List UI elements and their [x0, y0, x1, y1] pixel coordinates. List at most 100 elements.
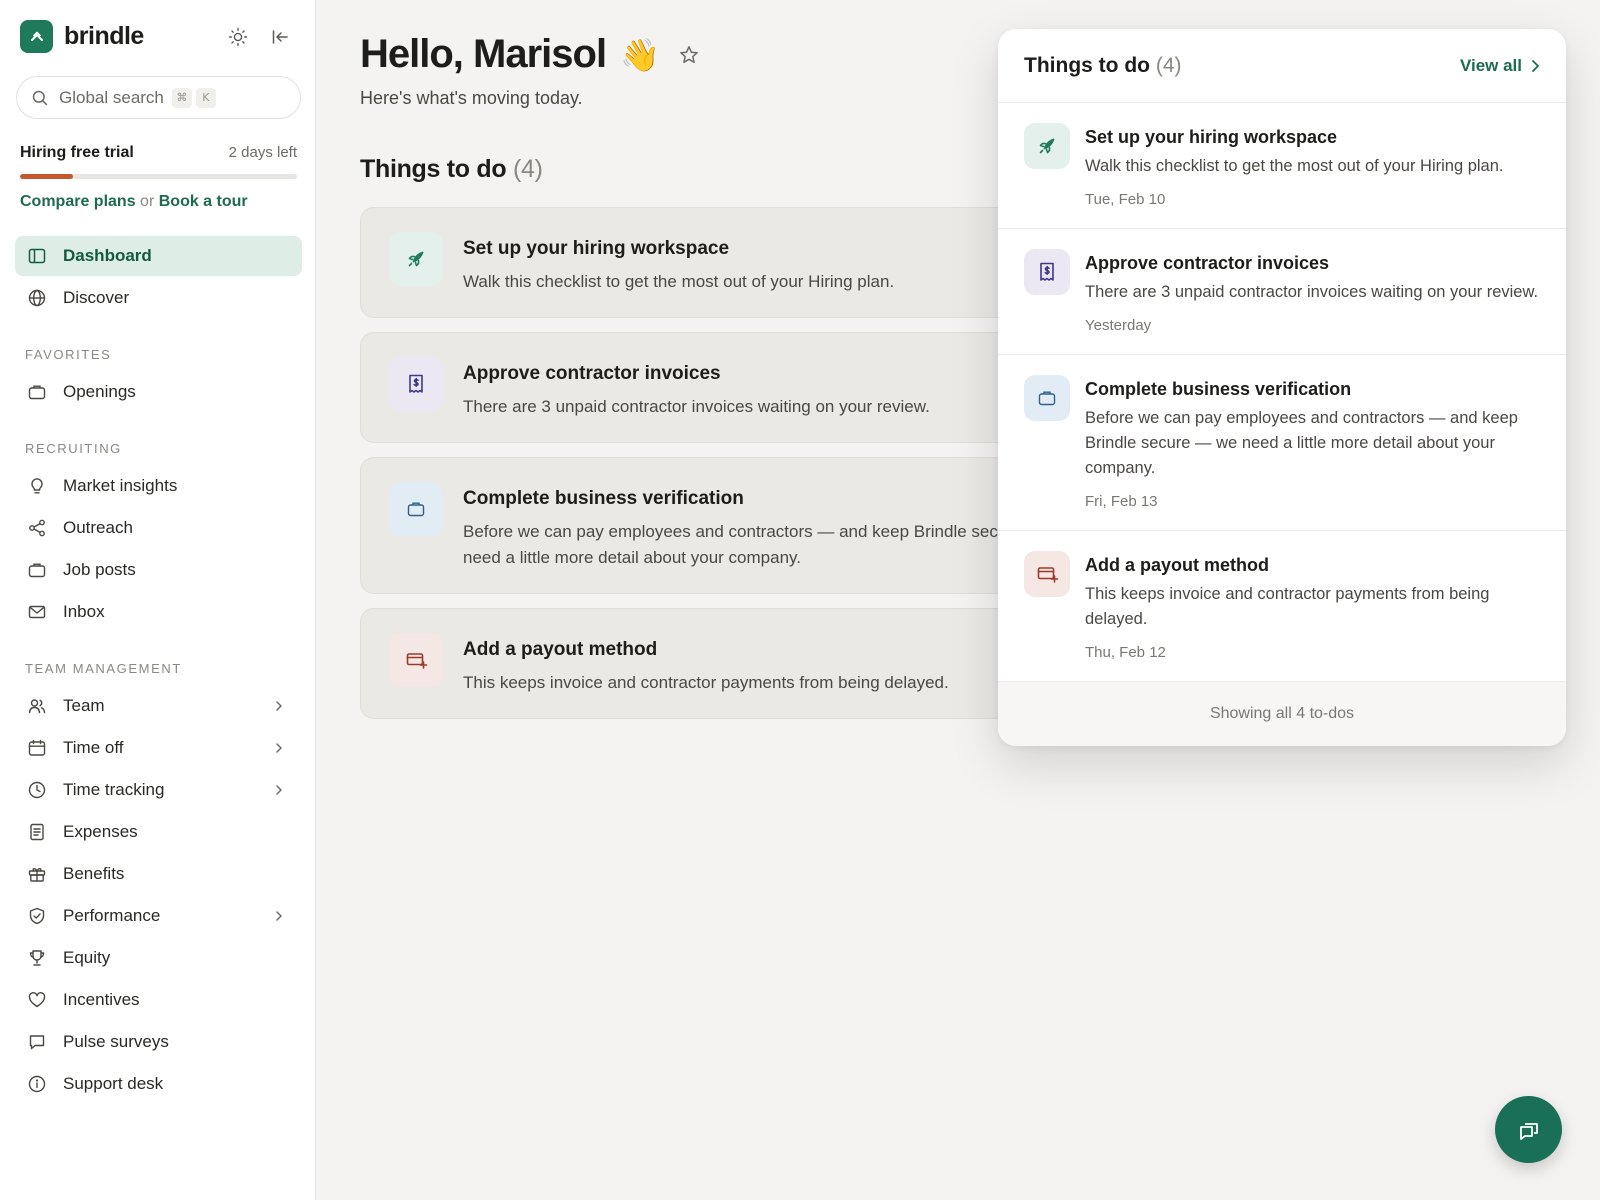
sidebar-item-incentives[interactable]: Incentives — [15, 980, 302, 1020]
trial-widget: Hiring free trial 2 days left Compare pl… — [20, 144, 297, 211]
receipt-icon — [27, 822, 47, 842]
sidebar-nav: Dashboard Discover FAVORITES Openings RECRUI… — [15, 236, 302, 1106]
sun-icon[interactable] — [227, 26, 249, 48]
sidebar-item-equity[interactable]: Equity — [15, 938, 302, 978]
popover-item-title: Approve contractor invoices — [1085, 253, 1330, 273]
popover-item-date: Yesterday — [1085, 317, 1152, 334]
sidebar-item-outreach[interactable]: Outreach — [15, 508, 302, 548]
section-heading-recruiting: RECRUITING — [25, 441, 122, 456]
popover-item-title: Set up your hiring workspace — [1085, 127, 1338, 147]
sidebar-item-label: Performance — [63, 906, 161, 925]
mail-icon — [27, 602, 47, 622]
chevron-right-icon — [272, 908, 286, 922]
chevron-right-icon — [272, 782, 286, 796]
section-heading-favorites: FAVORITES — [25, 347, 112, 362]
todo-card[interactable]: Set up your hiring workspace Walk this ch… — [360, 207, 1100, 318]
popover-todo-item[interactable]: Add a payout method This keeps invoice an… — [998, 531, 1566, 682]
sidebar-item-benefits[interactable]: Benefits — [15, 854, 302, 894]
sidebar-item-time-off[interactable]: Time off — [15, 728, 302, 768]
todo-card[interactable]: Complete business verification Before we … — [360, 457, 1100, 594]
popover-title-text: Things to do — [1024, 53, 1150, 77]
users-icon — [27, 696, 47, 716]
popover-list: Set up your hiring workspace Walk this ch… — [998, 103, 1566, 682]
sidebar-item-label: Time tracking — [63, 780, 165, 799]
chevron-right-icon — [272, 698, 286, 712]
shield-icon — [27, 906, 47, 926]
sidebar-item-time-tracking[interactable]: Time tracking — [15, 770, 302, 810]
sidebar-item-dashboard[interactable]: Dashboard — [15, 236, 302, 276]
search-icon — [32, 90, 48, 105]
chat-button[interactable] — [1495, 1096, 1562, 1163]
brand[interactable]: brindle — [20, 20, 144, 53]
sidebar-item-label: Support desk — [63, 1074, 164, 1093]
popover-item-description: Walk this checklist to get the most out … — [1085, 157, 1504, 175]
sidebar-panel-icon — [27, 246, 47, 266]
popover-todo-item[interactable]: Set up your hiring workspace Walk this ch… — [998, 103, 1566, 229]
collapse-sidebar-icon[interactable] — [269, 26, 291, 48]
view-all-link[interactable]: View all — [1460, 56, 1540, 76]
compare-plans-link[interactable]: Compare plans — [20, 193, 136, 210]
sidebar-item-label: Pulse surveys — [63, 1032, 169, 1051]
global-search-input[interactable]: Global search ⌘ K — [16, 76, 301, 119]
rocket-icon — [389, 232, 443, 286]
search-placeholder: Global search — [59, 87, 164, 107]
shortcut-k-key: K — [195, 87, 216, 108]
popover-item-title: Add a payout method — [1085, 555, 1269, 575]
popover-item-description: Before we can pay employees and contract… — [1085, 409, 1518, 477]
todo-card[interactable]: Add a payout method This keeps invoice an… — [360, 608, 1100, 719]
trial-progress-fill — [20, 174, 73, 179]
sidebar-item-market-insights[interactable]: Market insights — [15, 466, 302, 506]
popover-header: Things to do (4) View all — [998, 29, 1566, 103]
popover-item-description: There are 3 unpaid contractor invoices w… — [1085, 283, 1539, 301]
popover-todo-item[interactable]: Complete business verification Before we … — [998, 355, 1566, 531]
payout-icon — [389, 633, 443, 687]
sidebar-item-expenses[interactable]: Expenses — [15, 812, 302, 852]
sidebar-item-openings[interactable]: Openings — [15, 372, 302, 412]
sidebar-item-performance[interactable]: Performance — [15, 896, 302, 936]
globe-icon — [27, 288, 47, 308]
lightbulb-icon — [27, 476, 47, 496]
sidebar-item-label: Job posts — [63, 560, 136, 579]
chat-bubbles-icon — [1519, 1122, 1538, 1140]
sidebar-item-pulse-surveys[interactable]: Pulse surveys — [15, 1022, 302, 1062]
sidebar-item-label: Inbox — [63, 602, 105, 621]
calendar-icon — [27, 738, 47, 758]
popover-item-title: Complete business verification — [1085, 379, 1352, 399]
payout-icon — [1024, 551, 1070, 597]
todo-card[interactable]: Approve contractor invoices There are 3 u… — [360, 332, 1100, 443]
invoice-icon — [389, 357, 443, 411]
sidebar-item-label: Openings — [63, 382, 136, 401]
chevron-right-icon — [1532, 59, 1539, 72]
trial-title: Hiring free trial — [20, 144, 134, 161]
clock-icon — [27, 780, 47, 800]
heart-icon — [27, 990, 47, 1010]
greeting-row: Hello, Marisol 👋 — [360, 32, 700, 77]
chevron-right-icon — [272, 740, 286, 754]
briefcase-icon — [27, 560, 47, 580]
briefcase-icon — [27, 382, 47, 402]
sidebar-item-inbox[interactable]: Inbox — [15, 592, 302, 632]
page-subtitle: Here's what's moving today. — [360, 88, 583, 108]
section-heading-team-management: TEAM MANAGEMENT — [25, 661, 182, 676]
popover-item-description: This keeps invoice and contractor paymen… — [1085, 585, 1490, 628]
star-icon[interactable] — [678, 44, 700, 66]
book-tour-link[interactable]: Book a tour — [159, 193, 248, 210]
briefcase-icon — [1024, 375, 1070, 421]
popover-item-date: Thu, Feb 12 — [1085, 644, 1166, 661]
sidebar-item-label: Discover — [63, 288, 130, 307]
sidebar: brindle Global search ⌘ K Hiring free tr… — [0, 0, 316, 1200]
trial-remaining: 2 days left — [228, 144, 297, 161]
sidebar-item-label: Time off — [63, 738, 124, 757]
view-all-label: View all — [1459, 55, 1522, 75]
popover-todo-item[interactable]: Approve contractor invoices There are 3 u… — [998, 229, 1566, 355]
todo-section-title: Things to do (4) — [360, 155, 543, 184]
sidebar-item-team[interactable]: Team — [15, 686, 302, 726]
sidebar-item-label: Equity — [63, 948, 111, 967]
sidebar-item-label: Outreach — [63, 518, 133, 537]
popover-footer: Showing all 4 to-dos — [998, 682, 1566, 746]
sidebar-item-job-posts[interactable]: Job posts — [15, 550, 302, 590]
brindle-logo-icon — [20, 20, 53, 53]
sidebar-item-discover[interactable]: Discover — [15, 278, 302, 318]
sidebar-item-support-desk[interactable]: Support desk — [15, 1064, 302, 1104]
sidebar-item-label: Dashboard — [63, 246, 152, 265]
